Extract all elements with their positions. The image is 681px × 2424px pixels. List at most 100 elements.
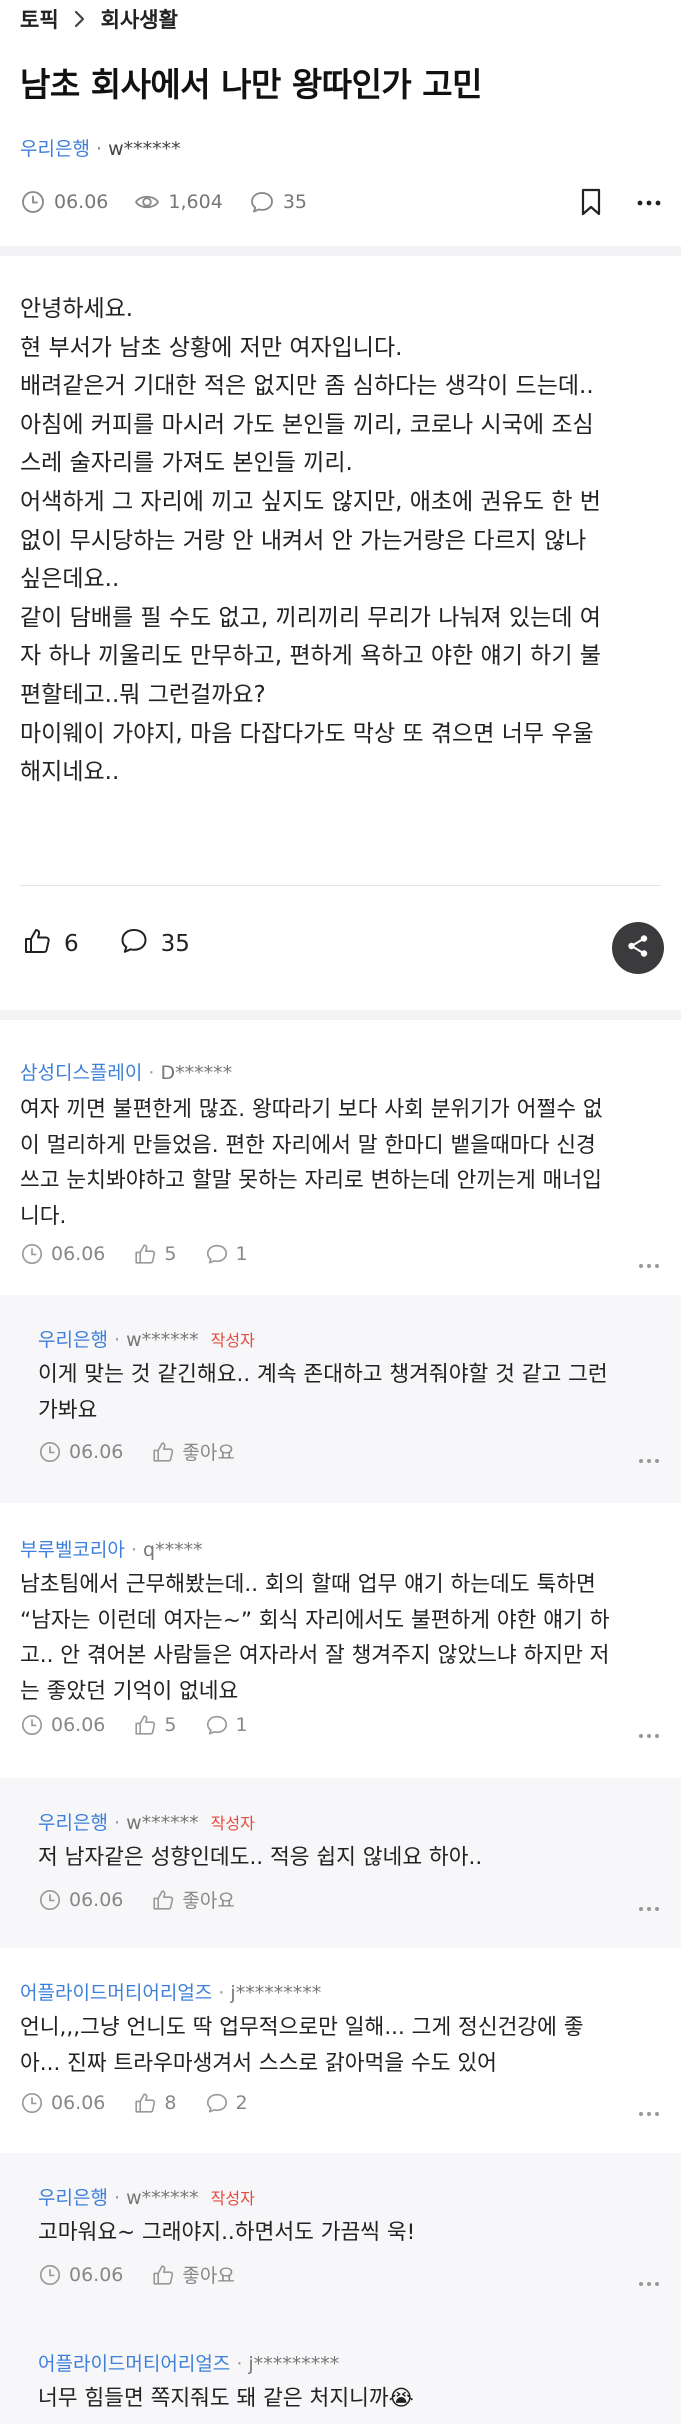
more-icon[interactable] xyxy=(637,1450,661,1470)
comment-line: 는 좋았던 기억이 없네요 xyxy=(20,1678,239,1704)
share-button[interactable] xyxy=(612,922,664,974)
comment-author[interactable]: 부루벨코리아 · q***** xyxy=(20,1535,203,1562)
share-icon xyxy=(625,933,651,963)
comment-date-value: 06.06 xyxy=(51,1243,106,1265)
post-author[interactable]: 우리은행 · w****** xyxy=(20,134,181,161)
reply-comment: 어플라이드머티어리얼즈 · j********* 너무 힘들면 쪽지줘도 돼 같… xyxy=(0,2323,681,2424)
comment-meta: 06.06 5 1 xyxy=(20,1242,276,1266)
comment-reply-count: 1 xyxy=(235,1243,248,1265)
thumbs-up-icon xyxy=(135,1715,156,1735)
thumbs-up-icon xyxy=(153,2264,174,2285)
post-body-line: 현 부서가 남초 상황에 저만 여자입니다. xyxy=(20,334,403,361)
comment-like-button[interactable]: 5 xyxy=(133,1713,177,1737)
comment-reply-count: 2 xyxy=(235,2092,248,2114)
comment-line: 여자 끼면 불편한게 많죠. 왕따라기 보다 사회 분위기가 어쩔수 없 xyxy=(20,1097,603,1122)
author-id: w****** xyxy=(108,138,181,160)
more-icon[interactable] xyxy=(637,2103,661,2123)
post-body-line: 마이웨이 가야지, 마음 다잡다가도 막상 또 겪으면 너무 우울 xyxy=(20,720,594,747)
comment-meta: 06.06 좋아요 xyxy=(38,1438,263,1465)
author-separator: · xyxy=(218,1982,225,2004)
thumbs-up-icon xyxy=(135,2093,156,2113)
post-like-count: 6 xyxy=(64,931,79,957)
breadcrumb: 토픽 회사생활 xyxy=(20,4,178,34)
comment-company[interactable]: 삼성디스플레이 xyxy=(20,1062,142,1084)
comment-company[interactable]: 우리은행 xyxy=(38,1812,108,1834)
comment-line: 니다. xyxy=(20,1203,67,1229)
comment-company[interactable]: 어플라이드머티어리얼즈 xyxy=(20,1982,212,2004)
comment-company[interactable]: 어플라이드머티어리얼즈 xyxy=(38,2353,230,2375)
comment-like-button[interactable]: 좋아요 xyxy=(151,1886,235,1913)
post-like-button[interactable]: 6 xyxy=(22,926,79,962)
comment-company[interactable]: 우리은행 xyxy=(38,2187,108,2209)
comment-user-id: j********* xyxy=(248,2353,340,2375)
comment-like-button[interactable]: 8 xyxy=(133,2091,177,2115)
comment-meta: 06.06 8 2 xyxy=(20,2091,276,2115)
comment-meta: 06.06 5 1 xyxy=(20,1713,276,1737)
comment-line: 언니,,,그냥 언니도 딱 업무적으로만 일해... 그게 정신건강에 좋 xyxy=(20,2015,584,2040)
comment-author[interactable]: 삼성디스플레이 · D****** xyxy=(20,1058,232,1085)
comment-like-button[interactable]: 좋아요 xyxy=(151,1438,235,1465)
post-date: 06.06 xyxy=(20,189,108,215)
more-icon[interactable] xyxy=(637,1898,661,1918)
comment-text: 언니,,,그냥 언니도 딱 업무적으로만 일해... 그게 정신건강에 좋 아.… xyxy=(20,2010,584,2081)
comment-line: 쓰고 눈치봐야하고 할말 못하는 자리로 변하는데 안끼는게 매너입 xyxy=(20,1168,602,1193)
comment-author[interactable]: 어플라이드머티어리얼즈 · j********* xyxy=(20,1978,321,2005)
more-icon[interactable] xyxy=(637,2273,661,2293)
comment-company[interactable]: 부루벨코리아 xyxy=(20,1539,125,1561)
clock-icon xyxy=(39,1441,61,1462)
breadcrumb-category[interactable]: 회사생활 xyxy=(101,4,178,34)
speech-bubble-icon xyxy=(206,1715,227,1735)
comment-reply-button[interactable]: 2 xyxy=(205,2091,248,2115)
comment-author[interactable]: 우리은행 · w****** 작성자 xyxy=(38,1808,255,1835)
post-body-line: 없이 무시당하는 거랑 안 내켜서 안 가는거랑은 다르지 않나 xyxy=(20,527,587,554)
op-badge: 작성자 xyxy=(210,2189,255,2208)
comment-date: 06.06 xyxy=(20,2091,105,2115)
post-body-line: 자 하나 끼울리도 만무하고, 편하게 욕하고 야한 얘기 하기 불 xyxy=(20,643,601,670)
post-reactions: 6 35 xyxy=(22,926,230,962)
comment-reply-button[interactable]: 1 xyxy=(205,1713,248,1737)
comment-text: 남초팀에서 근무해봤는데.. 회의 할때 업무 얘기 하는데도 툭하면 “남자는… xyxy=(20,1567,609,1709)
author-separator: · xyxy=(148,1062,155,1084)
breadcrumb-topic[interactable]: 토픽 xyxy=(20,4,59,34)
comment-company[interactable]: 우리은행 xyxy=(38,1329,108,1351)
post-views-value: 1,604 xyxy=(168,191,223,213)
comment-author[interactable]: 우리은행 · w****** 작성자 xyxy=(38,2183,255,2210)
comment-line: 고.. 안 겪어본 사람들은 여자라서 잘 챙겨주지 않았느냐 하지만 저 xyxy=(20,1643,610,1668)
thumbs-up-icon xyxy=(153,1889,174,1910)
comment-like-button[interactable]: 좋아요 xyxy=(151,2261,235,2288)
comment-reply-button[interactable]: 1 xyxy=(205,1242,248,1266)
comment-like-button[interactable]: 5 xyxy=(133,1242,177,1266)
reply-comment: 우리은행 · w****** 작성자 고마워요~ 그래야지..하면서도 가끔씩 … xyxy=(0,2153,681,2323)
comment-text: 여자 끼면 불편한게 많죠. 왕따라기 보다 사회 분위기가 어쩔수 없 이 멀… xyxy=(20,1092,603,1234)
comment-line: 남초팀에서 근무해봤는데.. 회의 할때 업무 얘기 하는데도 툭하면 xyxy=(20,1572,596,1597)
post-comment-count: 35 xyxy=(249,189,307,215)
author-company[interactable]: 우리은행 xyxy=(20,138,90,160)
comment-text: 고마워요~ 그래야지..하면서도 가끔씩 욱! xyxy=(38,2215,415,2251)
comment-like-count: 8 xyxy=(164,2092,177,2114)
clock-icon xyxy=(21,2092,43,2114)
more-icon[interactable] xyxy=(637,1255,661,1275)
reply-comment: 우리은행 · w****** 작성자 저 남자같은 성향인데도.. 적응 쉽지 … xyxy=(0,1778,681,1948)
speech-bubble-icon xyxy=(249,189,275,215)
bookmark-icon[interactable] xyxy=(577,187,605,217)
thumbs-up-icon xyxy=(135,1244,156,1264)
comment-author[interactable]: 어플라이드머티어리얼즈 · j********* xyxy=(38,2349,339,2376)
reply-comment: 우리은행 · w****** 작성자 이게 맞는 것 같긴해요.. 계속 존대하… xyxy=(0,1295,681,1503)
more-icon[interactable] xyxy=(637,1725,661,1745)
post-body-line: 스레 술자리를 가져도 본인들 끼리. xyxy=(20,450,353,477)
clock-icon xyxy=(21,1714,43,1736)
comment: 삼성디스플레이 · D****** 여자 끼면 불편한게 많죠. 왕따라기 보다… xyxy=(0,1020,681,1295)
comment-date-value: 06.06 xyxy=(69,1888,124,1911)
post-views: 1,604 xyxy=(134,189,223,215)
comment-line: 고마워요~ 그래야지..하면서도 가끔씩 욱! xyxy=(38,2220,416,2245)
post-comment-button[interactable]: 35 xyxy=(119,926,190,962)
clock-icon xyxy=(21,1243,43,1265)
comment-date: 06.06 xyxy=(38,2263,123,2287)
comment: 어플라이드머티어리얼즈 · j********* 언니,,,그냥 언니도 딱 업… xyxy=(0,1948,681,2153)
more-icon[interactable] xyxy=(635,190,663,216)
post-body-line: 싶은데요.. xyxy=(20,566,120,593)
comment-user-id: q***** xyxy=(143,1539,203,1561)
comment-author[interactable]: 우리은행 · w****** 작성자 xyxy=(38,1325,255,1352)
comment-date-value: 06.06 xyxy=(69,1440,124,1463)
comment-user-id: w****** xyxy=(126,1812,199,1834)
